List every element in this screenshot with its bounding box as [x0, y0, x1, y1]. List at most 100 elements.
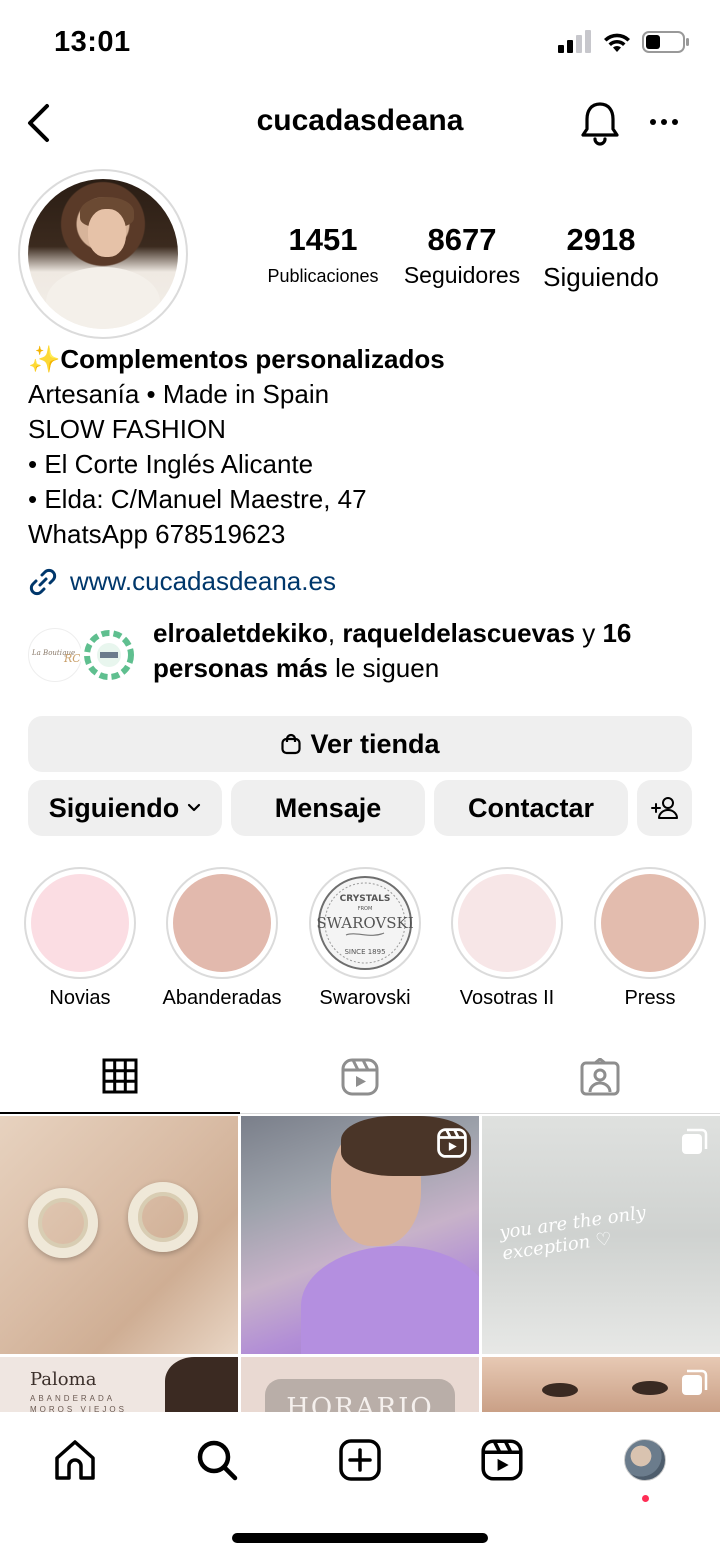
profile-header: cucadasdeana — [0, 88, 720, 158]
stat-following[interactable]: 2918 Siguiendo — [538, 222, 664, 293]
story-highlight[interactable]: CRYSTALS FROM SWAROVSKI SINCE 1895 Swaro… — [309, 867, 421, 1010]
posts-grid: you are the only exception ♡ Paloma ABAN… — [0, 1116, 720, 1412]
post-thumbnail[interactable] — [0, 1116, 238, 1354]
highlight-label: Press — [624, 987, 676, 1009]
message-label: Mensaje — [274, 792, 382, 823]
bio-line: SLOW FASHION — [28, 414, 226, 444]
profile-avatar-small — [624, 1439, 666, 1481]
followed-by-avatars: La Boutique RC — [28, 626, 140, 684]
svg-text:SWAROVSKI: SWAROVSKI — [316, 914, 413, 932]
nav-home[interactable] — [45, 1430, 105, 1490]
highlight-cover — [458, 874, 556, 972]
post-title-overlay: HORARIO — [286, 1393, 434, 1412]
reel-badge-icon — [437, 1128, 467, 1158]
battery-icon — [642, 31, 689, 53]
post-thumbnail[interactable]: Paloma ABANDERADA MOROS VIEJOS — [0, 1357, 238, 1412]
post-caption-overlay: you are the only exception ♡ — [498, 1202, 648, 1265]
followed-by[interactable]: La Boutique RC elroaletdekiko, raqueldela… — [28, 616, 708, 692]
profile-tabs — [0, 1040, 720, 1114]
more-options-button[interactable] — [642, 102, 686, 142]
post-thumbnail[interactable] — [241, 1116, 479, 1354]
website-url: www.cucadasdeana.es — [70, 566, 336, 596]
status-time: 13:01 — [54, 26, 131, 58]
earring-photo — [128, 1182, 198, 1252]
contact-label: Contactar — [467, 792, 595, 823]
svg-text:FROM: FROM — [358, 906, 373, 912]
bio-line: • Elda: C/Manuel Maestre, 47 — [28, 484, 367, 514]
notification-dot — [642, 1495, 649, 1502]
home-icon — [55, 1440, 95, 1480]
stat-following-label: Siguiendo — [543, 262, 659, 292]
post-thumbnail[interactable]: you are the only exception ♡ — [482, 1116, 720, 1354]
tab-posts-grid[interactable] — [0, 1040, 240, 1114]
link-icon — [29, 568, 57, 595]
stat-posts-label: Publicaciones — [267, 266, 379, 286]
view-shop-button[interactable]: Ver tienda — [28, 716, 692, 772]
search-icon — [197, 1440, 238, 1481]
bell-icon — [581, 102, 619, 146]
story-highlight[interactable]: Vosotras II — [451, 867, 563, 1010]
shopping-bag-icon — [281, 733, 302, 755]
following-button[interactable]: Siguiendo — [28, 780, 222, 836]
contact-button[interactable]: Contactar — [434, 780, 628, 836]
tab-reels[interactable] — [240, 1040, 480, 1114]
nav-create[interactable] — [330, 1430, 390, 1490]
highlight-cover — [601, 874, 699, 972]
following-label: Siguiendo — [48, 792, 180, 823]
message-button[interactable]: Mensaje — [231, 780, 425, 836]
notifications-button[interactable] — [578, 100, 622, 146]
story-highlight[interactable]: Novias — [24, 867, 136, 1010]
stat-posts-count: 1451 — [288, 222, 358, 257]
highlight-cover — [173, 874, 271, 972]
stat-followers-count: 8677 — [427, 222, 497, 257]
svg-text:RC: RC — [63, 652, 80, 665]
stat-followers-label: Seguidores — [403, 262, 521, 288]
followed-by-text: elroaletdekiko, raqueldelascuevas y 16 p… — [153, 618, 632, 683]
bio-line: Artesanía • Made in Spain — [28, 379, 330, 409]
tab-tagged[interactable] — [480, 1040, 720, 1114]
svg-text:CRYSTALS: CRYSTALS — [340, 894, 391, 904]
view-shop-label: Ver tienda — [310, 728, 440, 759]
profile-bio: ✨Complementos personalizados Artesanía •… — [28, 342, 708, 552]
stat-followers[interactable]: 8677 Seguidores — [400, 222, 524, 289]
bio-line: WhatsApp 678519623 — [28, 519, 286, 549]
reels-icon — [341, 1058, 379, 1096]
add-post-icon — [339, 1439, 381, 1481]
follower-username[interactable]: elroaletdekiko — [153, 618, 328, 648]
suggested-users-button[interactable] — [637, 780, 692, 836]
stat-posts[interactable]: 1451 Publicaciones — [262, 222, 384, 287]
nav-profile[interactable] — [615, 1430, 675, 1490]
swarovski-logo: CRYSTALS FROM SWAROVSKI SINCE 1895 — [316, 876, 414, 970]
reels-icon — [481, 1439, 523, 1481]
nav-reels[interactable] — [472, 1430, 532, 1490]
cellular-signal-icon — [558, 30, 591, 53]
profile-avatar[interactable] — [28, 179, 178, 329]
website-link[interactable]: www.cucadasdeana.es — [28, 566, 336, 597]
status-bar: 13:01 — [0, 0, 720, 88]
bio-title-line: ✨Complementos personalizados — [28, 342, 708, 377]
stat-following-count: 2918 — [566, 222, 636, 257]
carousel-badge-icon — [682, 1369, 708, 1395]
home-indicator — [232, 1533, 488, 1543]
chevron-down-icon — [188, 803, 201, 812]
post-thumbnail[interactable] — [482, 1357, 720, 1412]
post-thumbnail[interactable]: HORARIO — [241, 1357, 479, 1412]
nav-search[interactable] — [187, 1430, 247, 1490]
svg-text:SINCE 1895: SINCE 1895 — [344, 948, 385, 956]
story-highlight[interactable]: Press — [594, 867, 706, 1010]
highlight-cover — [31, 874, 129, 972]
carousel-badge-icon — [682, 1128, 708, 1154]
follower-avatar: La Boutique RC — [28, 628, 82, 682]
post-title-overlay: Paloma — [30, 1369, 97, 1390]
follower-username[interactable]: raqueldelascuevas — [342, 618, 575, 648]
wifi-icon — [604, 33, 630, 52]
add-user-icon — [650, 797, 678, 819]
bio-title: Complementos personalizados — [60, 344, 445, 374]
status-icons — [558, 30, 690, 54]
sparkles-icon: ✨ — [28, 344, 61, 374]
grid-icon — [102, 1058, 138, 1094]
follower-avatar — [80, 626, 138, 684]
more-horizontal-icon — [650, 119, 678, 125]
highlight-cover: CRYSTALS FROM SWAROVSKI SINCE 1895 — [316, 874, 414, 972]
story-highlight[interactable]: Abanderadas — [163, 867, 281, 1010]
